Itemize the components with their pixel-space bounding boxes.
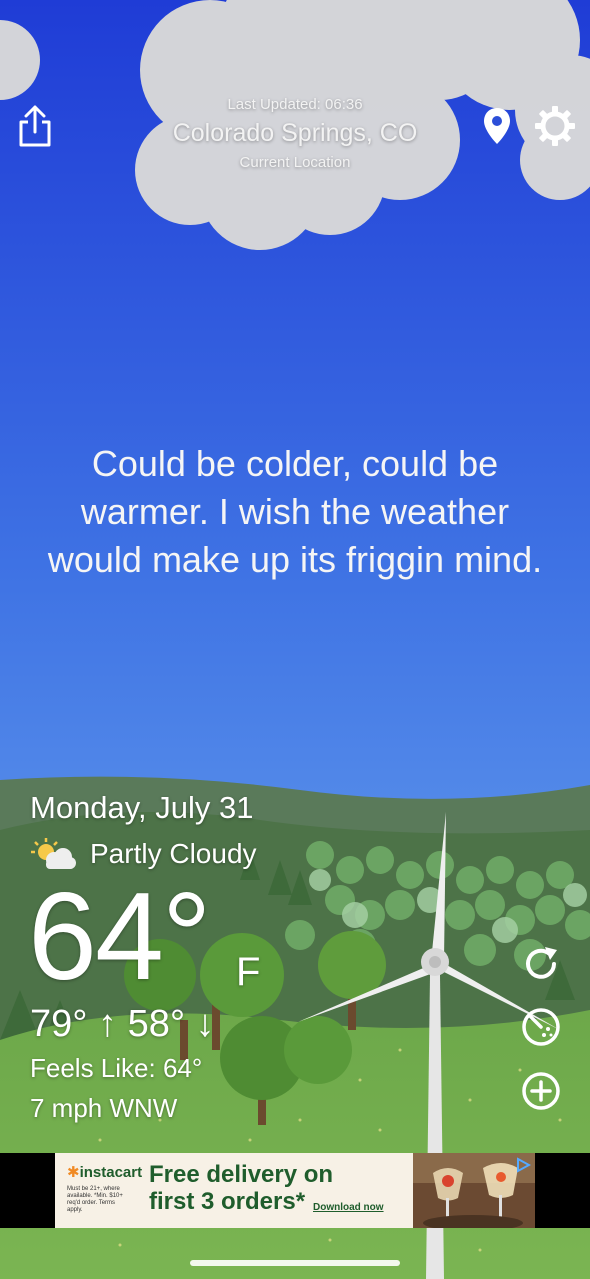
current-temperature[interactable]: 64° bbox=[28, 872, 212, 1002]
weather-quote[interactable]: Could be colder, could be warmer. I wish… bbox=[30, 440, 560, 584]
ad-brand: ✱instacart bbox=[67, 1164, 143, 1181]
refresh-icon bbox=[526, 947, 557, 979]
radar-icon bbox=[522, 1008, 560, 1046]
feels-like-label: Feels Like: 64° bbox=[30, 1053, 203, 1083]
refresh-button[interactable] bbox=[517, 940, 565, 988]
ad-headline-line2: first 3 orders* bbox=[149, 1188, 306, 1215]
ad-download-link[interactable]: Download now bbox=[313, 1202, 384, 1213]
ad-headline: Free delivery on first 3 orders* bbox=[149, 1161, 333, 1215]
ad-headline-line1: Free delivery on bbox=[149, 1161, 334, 1188]
location-pin-icon bbox=[484, 108, 510, 144]
add-location-button[interactable] bbox=[517, 1067, 565, 1115]
gear-icon bbox=[535, 106, 575, 146]
ad-banner[interactable]: ✱instacart Must be 21+, where available.… bbox=[55, 1153, 535, 1228]
ad-fine-print: Must be 21+, where available. *Min. $10+… bbox=[67, 1186, 123, 1213]
wind-label: 7 mph WNW bbox=[30, 1093, 178, 1123]
add-icon bbox=[522, 1072, 560, 1110]
high-low-temperature: 79° ↑ 58° ↓ bbox=[30, 1003, 215, 1045]
partly-cloudy-icon bbox=[31, 838, 76, 869]
ad-choices-icon[interactable] bbox=[515, 1157, 531, 1173]
home-indicator[interactable] bbox=[190, 1260, 400, 1266]
location-button[interactable] bbox=[471, 100, 523, 152]
condition-label: Partly Cloudy bbox=[90, 838, 257, 869]
radar-button[interactable] bbox=[517, 1003, 565, 1051]
weather-scene-background bbox=[0, 0, 590, 1279]
settings-button[interactable] bbox=[529, 100, 581, 152]
temperature-unit[interactable]: F bbox=[236, 950, 260, 995]
carrot-icon: ✱ bbox=[67, 1164, 80, 1181]
location-subtitle: Current Location bbox=[239, 154, 351, 171]
date-label: Monday, July 31 bbox=[30, 790, 254, 825]
